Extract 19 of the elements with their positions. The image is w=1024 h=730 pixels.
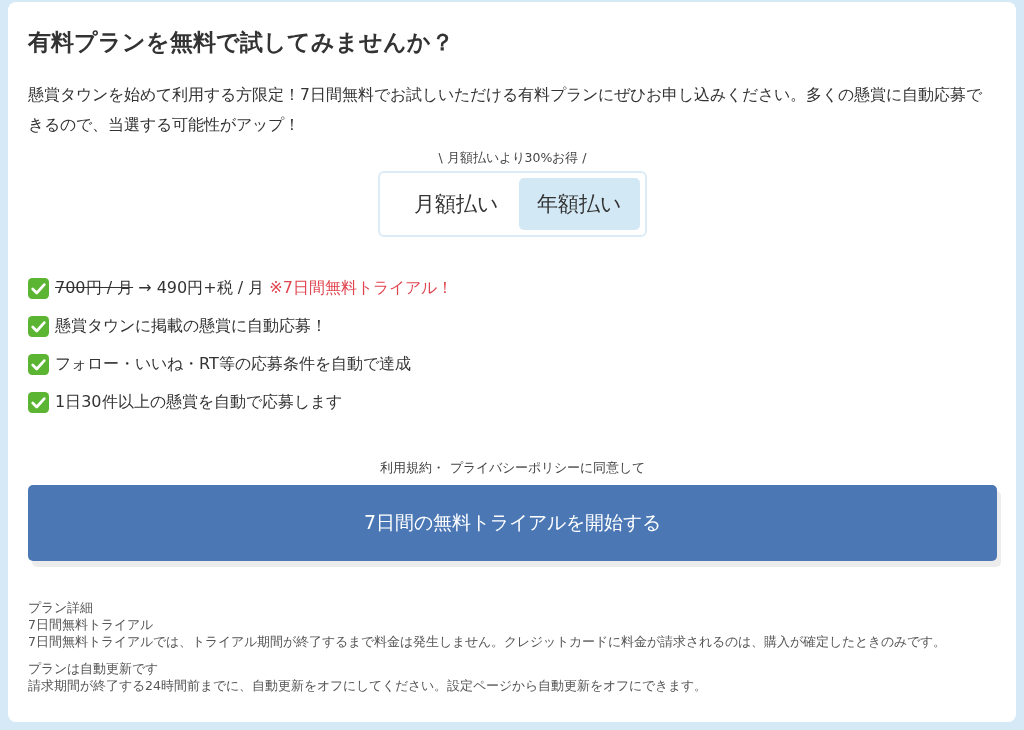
discount-note: \ 月額払いより30%お得 /	[438, 150, 587, 168]
checkmark-icon	[28, 315, 49, 337]
page-title: 有料プランを無料で試してみませんか？	[28, 28, 455, 57]
details-text: プランは自動更新です	[28, 660, 159, 678]
intro-text: 懸賞タウンを始めて利用する方限定！7日間無料でお試しいただける有料プランにぜひお申し込みください。多くの懸賞に自動応募できるので、当選する可能性がアップ！	[28, 85, 983, 137]
feature-text: フォロー・いいね・RT等の応募条件を自動で達成	[55, 353, 411, 375]
feature-text: 1日30件以上の懸賞を自動で応募します	[55, 391, 342, 413]
agreement-text: 利用規約・ プライバシーポリシーに同意して	[379, 459, 646, 478]
billing-option[interactable]: 年額払い	[519, 178, 640, 231]
checkmark-icon	[28, 353, 49, 375]
feature-text: 700円 / 月 → 490円+税 / 月 ※7日間無料トライアル！	[55, 277, 453, 299]
billing-option[interactable]: 月額払い	[400, 178, 513, 231]
details-text: 請求期間が終了する24時間前までに、自動更新をオフにしてください。設定ページから自動更新をオフにできます。	[28, 677, 708, 695]
details-text: 7日間無料トライアル	[28, 616, 154, 634]
plan-details-heading: プラン詳細	[28, 599, 94, 617]
feature-text: 懸賞タウンに掲載の懸賞に自動応募！	[55, 315, 327, 337]
checkmark-icon	[28, 391, 49, 413]
checkmark-icon	[28, 277, 49, 299]
details-text: 7日間無料トライアルでは、トライアル期間が終了するまで料金は発生しません。クレジットカードに料金が請求されるのは、購入が確定したときのみです。	[28, 633, 947, 651]
